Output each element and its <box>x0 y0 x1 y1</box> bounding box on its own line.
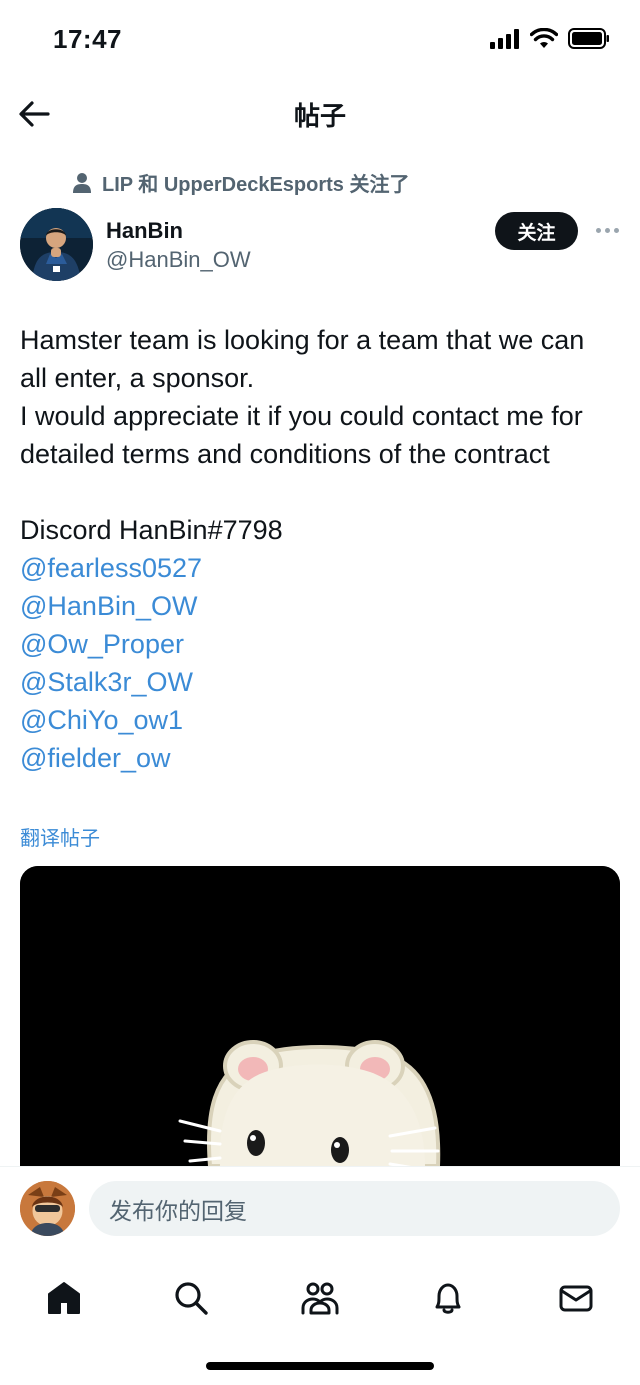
post-text: Hamster team is looking for a team that … <box>20 321 620 777</box>
bottom-nav <box>0 1250 640 1385</box>
reply-bar: 发布你的回复 <box>0 1166 640 1250</box>
mention-link[interactable]: @fearless0527 <box>20 549 620 587</box>
nav-search[interactable] <box>161 1268 221 1328</box>
nav-messages[interactable] <box>546 1268 606 1328</box>
notifications-icon <box>435 1283 461 1314</box>
mention-link[interactable]: @HanBin_OW <box>20 587 620 625</box>
avatar-image <box>20 208 93 281</box>
post-line: all enter, a sponsor. <box>20 363 255 393</box>
more-icon-dot <box>613 227 619 233</box>
reply-input[interactable]: 发布你的回复 <box>89 1181 620 1236</box>
author-row: HanBin @HanBin_OW 关注 <box>20 208 620 284</box>
person-icon <box>73 172 91 193</box>
signal-icon <box>490 28 519 49</box>
home-indicator[interactable] <box>206 1362 434 1370</box>
hamster-illustration <box>20 866 620 1166</box>
post-line: detailed terms and conditions of the con… <box>20 439 550 469</box>
more-options-button[interactable] <box>592 218 622 242</box>
social-context[interactable]: LIP 和 UpperDeckEsports 关注了 <box>72 168 409 197</box>
page-title: 帖子 <box>293 101 346 131</box>
battery-icon <box>568 28 609 49</box>
search-icon <box>175 1282 208 1315</box>
post-line-gap <box>20 473 620 511</box>
header: 帖子 <box>0 84 640 144</box>
mention-link[interactable]: @Stalk3r_OW <box>20 663 620 701</box>
mention-link[interactable]: @fielder_ow <box>20 739 620 777</box>
home-icon <box>48 1282 80 1314</box>
more-icon <box>595 227 601 233</box>
status-time: 17:47 <box>53 24 122 54</box>
follow-button[interactable]: 关注 <box>495 212 578 250</box>
discord-line: Discord HanBin#7798 <box>20 515 283 545</box>
status-bar: 17:47 <box>0 0 640 80</box>
nav-notifications[interactable] <box>418 1268 478 1328</box>
nav-communities[interactable] <box>290 1268 350 1328</box>
wifi-icon <box>530 28 558 48</box>
mention-link[interactable]: @ChiYo_ow1 <box>20 701 620 739</box>
nav-home[interactable] <box>34 1268 94 1328</box>
translate-post-link[interactable]: 翻译帖子 <box>20 822 100 851</box>
messages-icon <box>559 1285 593 1312</box>
post-line: Hamster team is looking for a team that … <box>20 325 585 355</box>
communities-icon <box>301 1282 339 1315</box>
status-icons <box>490 28 610 49</box>
post-media-image[interactable] <box>20 866 620 1166</box>
author-avatar[interactable] <box>20 208 93 281</box>
more-icon-dot <box>604 227 610 233</box>
my-avatar[interactable] <box>20 1181 75 1236</box>
social-context-text: LIP 和 UpperDeckEsports 关注了 <box>102 174 410 196</box>
author-handle[interactable]: @HanBin_OW <box>106 247 251 273</box>
post-line: I would appreciate it if you could conta… <box>20 401 583 431</box>
my-avatar-image <box>20 1181 75 1236</box>
author-name[interactable]: HanBin <box>106 218 183 244</box>
mention-link[interactable]: @Ow_Proper <box>20 625 620 663</box>
